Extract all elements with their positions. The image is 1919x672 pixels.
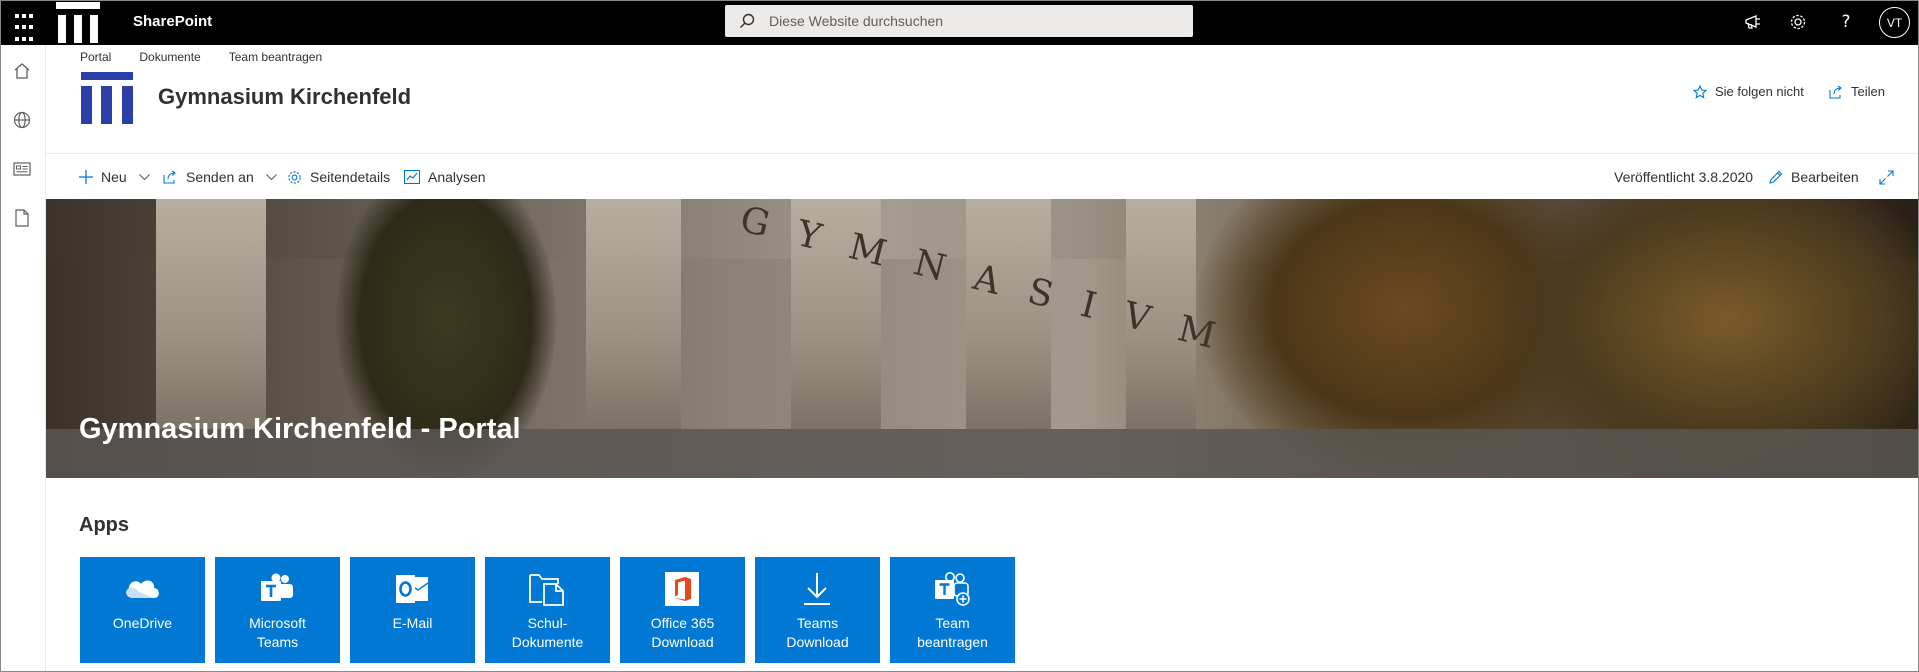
avatar[interactable]: VT <box>1879 7 1910 38</box>
app-tile-microsoft-teams[interactable]: Microsoft Teams <box>215 557 340 663</box>
chevron-down-icon <box>138 173 150 180</box>
suite-app-name[interactable]: SharePoint <box>133 13 212 30</box>
app-bar <box>0 45 46 672</box>
teams-add-icon <box>932 569 972 609</box>
hubnav-item-team-beantragen[interactable]: Team beantragen <box>229 50 322 66</box>
app-tile-schul-dokumente[interactable]: Schul- Dokumente <box>485 557 610 663</box>
expand-icon <box>1879 169 1894 185</box>
analytics-button[interactable]: Analysen <box>404 167 486 187</box>
edit-label: Bearbeiten <box>1791 169 1859 185</box>
share-icon <box>1829 85 1842 99</box>
download-icon <box>797 569 837 609</box>
megaphone-icon[interactable] <box>1739 8 1767 36</box>
page-details-button[interactable]: Seitendetails <box>287 167 390 187</box>
follow-button[interactable]: Sie folgen nicht <box>1693 84 1804 99</box>
share-icon <box>163 170 176 184</box>
search-icon <box>740 13 755 28</box>
follow-label: Sie folgen nicht <box>1715 84 1804 99</box>
hub-navigation: Portal Dokumente Team beantragen <box>80 50 350 66</box>
gear-icon <box>288 170 301 184</box>
published-label: Veröffentlicht 3.8.2020 <box>1614 169 1754 185</box>
chevron-down-icon <box>265 173 277 180</box>
app-tile-label: Office 365 Download <box>650 615 715 650</box>
app-tile-label: Teams Download <box>786 615 849 650</box>
header-divider <box>46 153 1919 154</box>
globe-icon[interactable] <box>11 109 33 131</box>
share-label: Teilen <box>1851 84 1885 99</box>
page-details-label: Seitendetails <box>310 169 391 185</box>
document-icon[interactable] <box>11 207 33 229</box>
pencil-icon <box>1769 170 1783 184</box>
expand-button[interactable] <box>1879 167 1894 187</box>
app-tile-office-365-download[interactable]: Office 365 Download <box>620 557 745 663</box>
hubnav-item-dokumente[interactable]: Dokumente <box>139 50 200 66</box>
app-tile-onedrive[interactable]: OneDrive <box>80 557 205 663</box>
edit-button[interactable]: Bearbeiten <box>1768 167 1859 187</box>
search-box[interactable] <box>725 5 1193 37</box>
hubnav-item-portal[interactable]: Portal <box>80 50 111 66</box>
documents-icon <box>527 569 567 609</box>
new-button[interactable]: Neu <box>79 167 150 187</box>
app-tile-label: Schul- Dokumente <box>511 615 584 650</box>
analytics-icon <box>404 170 420 184</box>
news-icon[interactable] <box>11 158 33 180</box>
new-label: Neu <box>101 169 127 185</box>
send-to-button[interactable]: Senden an <box>163 167 277 187</box>
organization-logo[interactable] <box>56 2 100 43</box>
app-tile-label: Microsoft Teams <box>249 615 306 650</box>
app-tile-teams-download[interactable]: Teams Download <box>755 557 880 663</box>
site-logo[interactable] <box>81 72 133 124</box>
outlook-icon <box>392 569 432 609</box>
search-input[interactable] <box>769 5 1179 37</box>
home-icon[interactable] <box>11 60 33 82</box>
hero-title: Gymnasium Kirchenfeld - Portal <box>79 413 521 445</box>
app-tile-label: OneDrive <box>112 615 173 631</box>
site-title[interactable]: Gymnasium Kirchenfeld <box>158 84 411 110</box>
plus-icon <box>79 170 93 184</box>
waffle-icon[interactable] <box>0 0 45 45</box>
published-status: Veröffentlicht 3.8.2020 <box>1614 167 1753 187</box>
suite-bar: SharePoint ? VT <box>0 0 1919 45</box>
analytics-label: Analysen <box>428 169 486 185</box>
share-button[interactable]: Teilen <box>1829 84 1885 99</box>
send-to-label: Senden an <box>186 169 254 185</box>
star-icon <box>1693 84 1707 99</box>
app-tile-team-beantragen[interactable]: Team beantragen <box>890 557 1015 663</box>
teams-icon <box>257 569 297 609</box>
help-icon[interactable]: ? <box>1832 8 1860 36</box>
office-icon <box>662 569 702 609</box>
app-tile-label: E-Mail <box>392 615 433 631</box>
gear-icon[interactable] <box>1784 8 1812 36</box>
onedrive-icon <box>122 569 162 609</box>
app-tile-label: Team beantragen <box>917 615 988 650</box>
app-tile-email[interactable]: E-Mail <box>350 557 475 663</box>
apps-section-title: Apps <box>79 514 129 536</box>
